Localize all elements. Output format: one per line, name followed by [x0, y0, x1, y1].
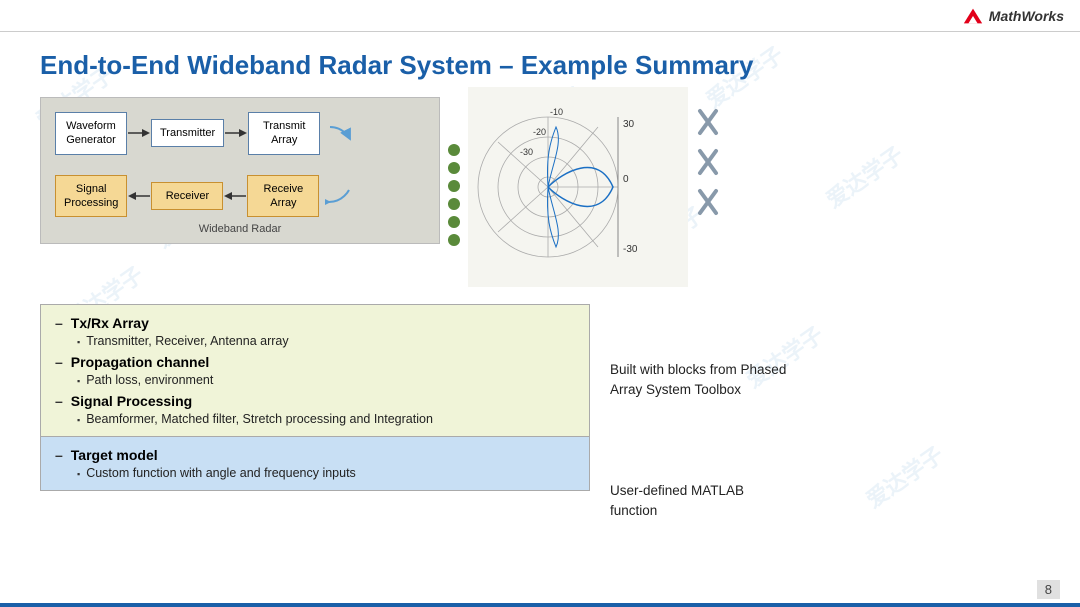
page-number: 8: [1037, 580, 1060, 599]
arrow-recv-from-ra: [223, 189, 247, 203]
mathworks-logo-icon: [962, 5, 984, 27]
polar-chart-area: 0 30 -30 -10 -20 -30: [468, 87, 688, 292]
diagram-row-2: Signal Processing Receiver Receive Array: [55, 175, 425, 218]
arrow-wg-to-tx: [127, 126, 151, 140]
block-waveform-generator: Waveform Generator: [55, 112, 127, 155]
bullets-container: – Tx/Rx Array ▪ Transmitter, Receiver, A…: [40, 304, 590, 491]
target-icon-3: [696, 187, 732, 217]
diagram-box: Waveform Generator Transmitter Transmit …: [40, 97, 440, 244]
arrow-transmit-out: [326, 119, 356, 147]
svg-text:0: 0: [623, 174, 629, 185]
dot-2: [448, 162, 460, 174]
right-text-matlab: User-defined MATLAB function: [610, 481, 800, 522]
dot-6: [448, 234, 460, 246]
mathworks-logo-text: MathWorks: [989, 8, 1064, 24]
bullet-main-target: – Target model: [55, 447, 575, 463]
diagram-row-1: Waveform Generator Transmitter Transmit …: [55, 112, 425, 155]
arrow-sp-from-recv: [127, 189, 151, 203]
dot-3: [448, 180, 460, 192]
target-icon-1: [696, 107, 732, 137]
svg-text:-20: -20: [533, 127, 546, 137]
block-receiver: Receiver: [151, 182, 223, 210]
arrow-tx-to-ta: [224, 126, 248, 140]
target-icon-2: [696, 147, 732, 177]
block-receive-array: Receive Array: [247, 175, 319, 218]
main-content: End-to-End Wideband Radar System – Examp…: [0, 32, 1080, 607]
page-title: End-to-End Wideband Radar System – Examp…: [40, 50, 1040, 81]
svg-text:-10: -10: [550, 107, 563, 117]
right-text-phased: Built with blocks from Phased Array Syst…: [610, 360, 800, 401]
diagram-label: Wideband Radar: [55, 223, 425, 235]
block-transmit-array: Transmit Array: [248, 112, 320, 155]
dot-1: [448, 144, 460, 156]
top-bar: MathWorks: [0, 0, 1080, 32]
right-text-column: Built with blocks from Phased Array Syst…: [610, 300, 800, 521]
dot-column: [440, 97, 468, 292]
dot-5: [448, 216, 460, 228]
svg-text:-30: -30: [623, 244, 638, 255]
page-content: MathWorks End-to-End Wideband Radar Syst…: [0, 0, 1080, 607]
bullet-main-txrx: – Tx/Rx Array: [55, 315, 575, 331]
svg-text:-30: -30: [520, 147, 533, 157]
block-transmitter: Transmitter: [151, 119, 224, 147]
polar-chart: 0 30 -30 -10 -20 -30: [468, 87, 688, 287]
svg-text:30: 30: [623, 119, 635, 130]
bullet-section-normal: – Tx/Rx Array ▪ Transmitter, Receiver, A…: [40, 304, 590, 437]
dot-4: [448, 198, 460, 210]
bullet-main-signal: – Signal Processing: [55, 393, 575, 409]
block-signal-processing: Signal Processing: [55, 175, 127, 218]
bottom-border: [0, 603, 1080, 607]
arrow-receive-in: [325, 182, 355, 210]
bullet-section-target: – Target model ▪ Custom function with an…: [40, 436, 590, 491]
bullet-sub-prop: ▪ Path loss, environment: [77, 373, 575, 387]
bullet-sub-signal: ▪ Beamformer, Matched filter, Stretch pr…: [77, 412, 575, 426]
bullet-main-prop: – Propagation channel: [55, 354, 575, 370]
mathworks-logo: MathWorks: [962, 5, 1064, 27]
bullet-sub-txrx: ▪ Transmitter, Receiver, Antenna array: [77, 334, 575, 348]
bullet-sub-target: ▪ Custom function with angle and frequen…: [77, 466, 575, 480]
target-icons: [696, 97, 732, 217]
